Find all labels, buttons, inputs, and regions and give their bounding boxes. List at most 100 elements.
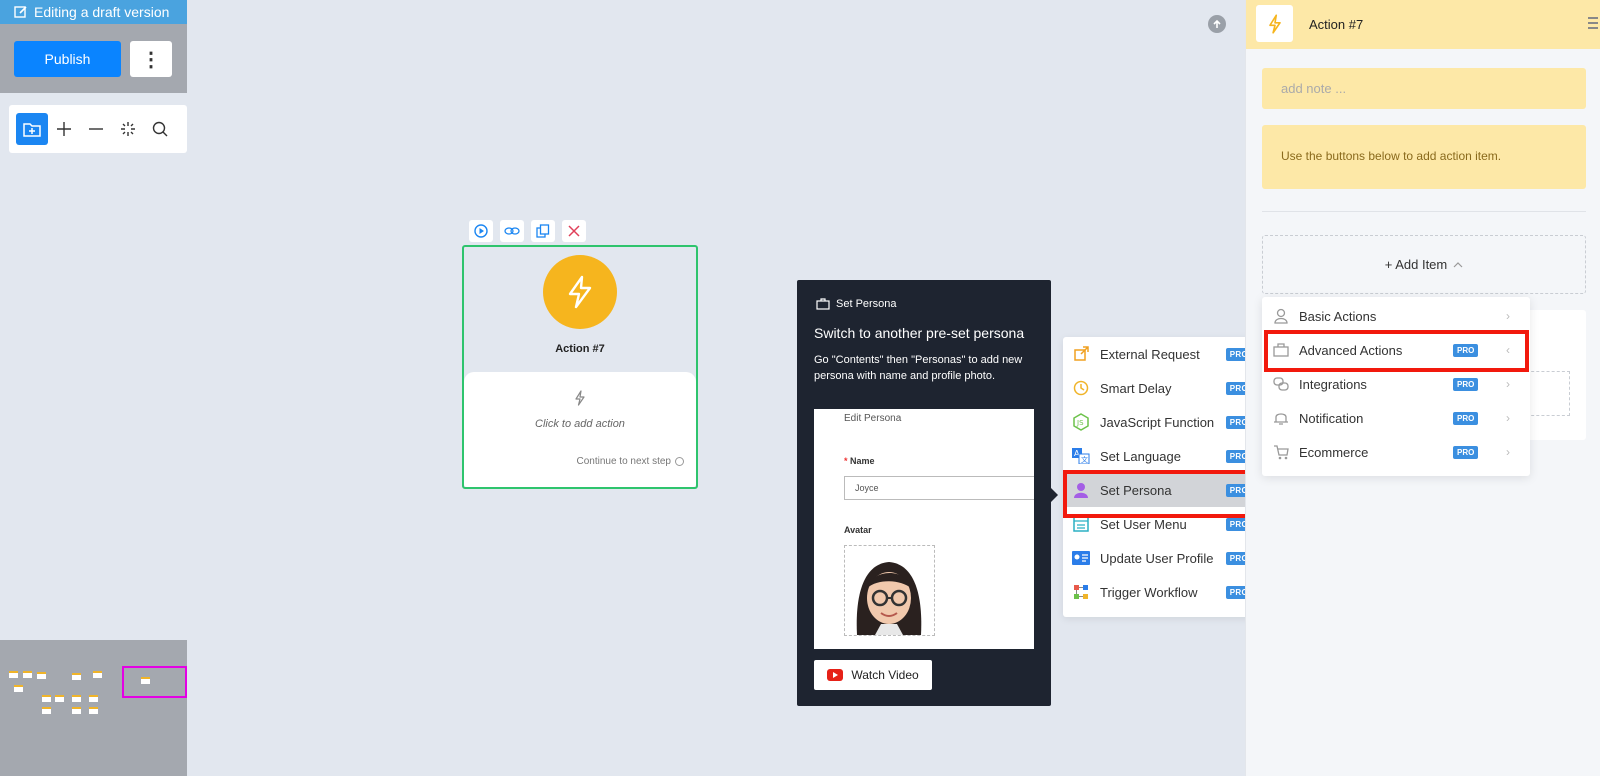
bolt-icon — [543, 255, 617, 329]
user-icon — [1272, 307, 1290, 325]
publish-panel: Publish ⋮ — [0, 24, 187, 93]
minimap-node — [37, 672, 46, 679]
tooltip-title: Switch to another pre-set persona — [814, 325, 1025, 341]
minimap-node — [72, 673, 81, 680]
pro-badge: PRO — [1453, 445, 1479, 459]
click-to-add-action[interactable]: Click to add action — [464, 418, 696, 430]
minimap-node — [93, 671, 102, 678]
submenu-item-update-user-profile[interactable]: Update User Profile PRO — [1063, 541, 1258, 575]
edit-icon — [14, 6, 27, 18]
link-icon — [1272, 375, 1290, 393]
briefcase-icon — [816, 298, 830, 310]
submenu-item-trigger-workflow[interactable]: Trigger Workflow PRO — [1063, 575, 1258, 609]
publish-button[interactable]: Publish — [14, 41, 121, 77]
bolt-icon — [1256, 5, 1293, 42]
more-options-button[interactable]: ⋮ — [130, 41, 172, 77]
add-item-dropdown: Basic Actions › Advanced Actions PRO ‹ I… — [1262, 297, 1530, 476]
dropdown-label: Integrations — [1299, 376, 1367, 392]
preview-heading: Edit Persona — [844, 413, 902, 424]
highlight-advanced-actions — [1264, 330, 1529, 372]
avatar-image — [844, 545, 935, 636]
cart-icon — [1272, 443, 1290, 461]
submenu-item-smart-delay[interactable]: Smart Delay PRO — [1063, 371, 1258, 405]
chevron-right-icon: › — [1506, 445, 1510, 459]
hamburger-icon[interactable] — [1588, 17, 1598, 32]
submenu-label: Trigger Workflow — [1100, 584, 1198, 600]
panel-header: Action #7 — [1246, 0, 1600, 49]
play-icon[interactable] — [469, 220, 493, 242]
preview-avatar-label: Avatar — [844, 525, 872, 535]
node-title: Action #7 — [555, 343, 605, 355]
magic-icon[interactable] — [112, 113, 144, 145]
minimap-node — [89, 707, 98, 714]
svg-text:文: 文 — [1081, 455, 1088, 464]
minimap-node — [23, 671, 32, 678]
minimap-node — [72, 707, 81, 714]
info-message: Use the buttons below to add action item… — [1262, 125, 1586, 189]
note-input[interactable]: add note ... — [1262, 68, 1586, 109]
chevron-up-icon — [1453, 261, 1463, 267]
dropdown-label: Notification — [1299, 410, 1364, 426]
link-icon[interactable] — [500, 220, 524, 242]
bolt-small-icon — [575, 390, 585, 406]
minimap-node — [72, 695, 81, 702]
submenu-item-javascript-function[interactable]: JS JavaScript Function PRO — [1063, 405, 1258, 439]
minimap-node — [89, 695, 98, 702]
submenu-label: Smart Delay — [1100, 380, 1172, 396]
add-item-button[interactable]: + Add Item — [1262, 235, 1586, 294]
chevron-right-icon: › — [1506, 377, 1510, 391]
search-icon[interactable] — [144, 113, 176, 145]
watch-video-label: Watch Video — [851, 668, 919, 682]
minimap-node — [14, 685, 23, 692]
folder-add-icon[interactable] — [16, 113, 48, 145]
submenu-label: Update User Profile — [1100, 550, 1214, 566]
minimap-node — [42, 707, 51, 714]
tooltip-header: Set Persona — [816, 298, 897, 310]
minimap-node — [55, 695, 64, 702]
duplicate-icon[interactable] — [531, 220, 555, 242]
minimap-viewport[interactable] — [122, 666, 187, 698]
minimap-node — [42, 695, 51, 702]
watch-video-button[interactable]: Watch Video — [814, 660, 932, 690]
id-card-icon — [1072, 549, 1090, 567]
youtube-icon — [827, 669, 844, 681]
dropdown-item-ecommerce[interactable]: Ecommerce PRO › — [1262, 435, 1530, 469]
workflow-icon — [1072, 583, 1090, 601]
continue-next-step: Continue to next step — [576, 456, 671, 467]
dropdown-item-basic-actions[interactable]: Basic Actions › — [1262, 299, 1530, 333]
minus-icon[interactable] — [80, 113, 112, 145]
dropdown-label: Ecommerce — [1299, 444, 1369, 460]
pro-badge: PRO — [1453, 377, 1479, 391]
canvas-toolbar — [9, 105, 187, 153]
node-action-area[interactable]: Click to add action Continue to next ste… — [464, 372, 696, 487]
pro-badge: PRO — [1453, 411, 1479, 425]
delete-icon[interactable] — [562, 220, 586, 242]
upload-icon[interactable] — [1208, 15, 1226, 33]
svg-text:JS: JS — [1076, 419, 1084, 427]
bell-icon — [1272, 409, 1290, 427]
minimap[interactable] — [0, 640, 187, 776]
dropdown-item-notification[interactable]: Notification PRO › — [1262, 401, 1530, 435]
draft-banner-text: Editing a draft version — [34, 4, 170, 20]
tooltip-description: Go "Contents" then "Personas" to add new… — [814, 354, 1023, 382]
dropdown-item-integrations[interactable]: Integrations PRO › — [1262, 367, 1530, 401]
highlight-set-persona — [1063, 470, 1258, 518]
divider — [1262, 211, 1586, 212]
dropdown-label: Basic Actions — [1299, 308, 1377, 324]
set-persona-tooltip: Set Persona Switch to another pre-set pe… — [797, 280, 1051, 706]
action-node[interactable]: Action #7 Click to add action Continue t… — [462, 245, 698, 489]
chevron-right-icon: › — [1506, 411, 1510, 425]
tooltip-preview: Edit Persona * Name Joyce Avatar — [814, 409, 1034, 649]
submenu-label: External Request — [1100, 346, 1200, 362]
submenu-item-external-request[interactable]: External Request PRO — [1063, 337, 1258, 371]
plus-icon[interactable] — [48, 113, 80, 145]
next-step-connector[interactable] — [675, 457, 684, 466]
submenu-label: Set User Menu — [1100, 516, 1187, 532]
submenu-item-set-language[interactable]: A文 Set Language PRO — [1063, 439, 1258, 473]
draft-banner: Editing a draft version — [0, 0, 187, 24]
panel-title: Action #7 — [1309, 17, 1364, 32]
submenu-label: Set Language — [1100, 448, 1181, 464]
clock-icon — [1072, 379, 1090, 397]
translate-icon: A文 — [1072, 447, 1090, 465]
tooltip-header-text: Set Persona — [836, 298, 897, 310]
